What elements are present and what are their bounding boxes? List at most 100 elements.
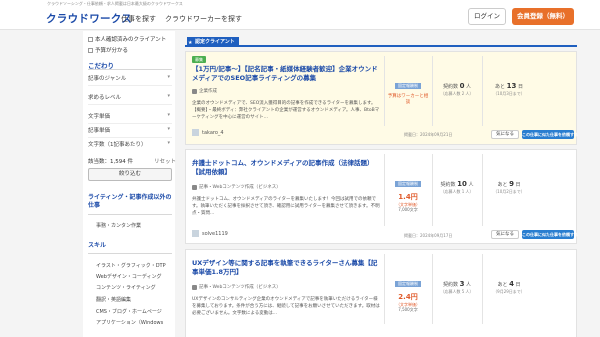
deadline-date: （9月29日まで） <box>493 289 525 294</box>
chevron-down-icon: ▾ <box>167 74 170 80</box>
job-title[interactable]: 【1万円/記事〜】【記名記事・紙媒体経験者歓迎】企業オウンドメディアでのSEO記… <box>192 65 380 83</box>
shield-icon: ★ <box>188 40 193 46</box>
fixed-price-tag: 固定報酬制 <box>395 281 421 287</box>
divider <box>88 214 172 215</box>
checkbox-box[interactable] <box>88 36 93 42</box>
skill-link[interactable]: Webデザイン・コーディング <box>96 273 162 280</box>
job-description: UXデザインのコンサルティング企業のオウンドメディアで記事を執筆いただけるライタ… <box>192 297 380 316</box>
divider <box>88 137 172 138</box>
deadline-date: （10月2日まで） <box>493 189 525 194</box>
site-logo[interactable]: クラウドワークス <box>46 11 132 26</box>
page: クラウドソーシング・仕事依頼・求人掲載は日本最大級のクラウドワークス クラウドワ… <box>0 0 600 337</box>
divider <box>384 154 385 226</box>
contracts-column: 契約数 10 人 （応募人数 1 人） <box>434 180 480 194</box>
skill-link[interactable]: コンテンツ・ライティング <box>96 284 156 291</box>
divider <box>88 85 172 86</box>
job-category: 記事・Webコンテンツ作成（ビジネス） <box>192 284 281 290</box>
filter-genre[interactable]: 記事のジャンル ▾ <box>88 74 172 82</box>
chevron-down-icon: ▾ <box>167 140 170 146</box>
applicants-count: （応募人数 5 人） <box>440 289 474 294</box>
filter-level[interactable]: 求めるレベル ▾ <box>88 93 172 101</box>
skill-link[interactable]: イラスト・グラフィック・DTP <box>96 262 166 269</box>
chevron-down-icon: ▾ <box>167 126 170 132</box>
result-count: 該当数：1,594 件 <box>88 159 133 165</box>
divider <box>432 254 433 324</box>
deadline-column: あと 4 日 （9月29日まで） <box>486 280 532 294</box>
divider <box>432 154 433 226</box>
price-example: 7,500文字 <box>398 307 418 312</box>
budget-known-checkbox[interactable]: 予算が分かる <box>88 46 128 54</box>
job-category: 記事・Webコンテンツ作成（ビジネス） <box>192 184 281 190</box>
client-info[interactable]: solve1119 <box>192 230 228 237</box>
job-card[interactable]: UXデザイン等に関する記事を執筆できるライターさん募集【記事単価1.8万円】 記… <box>185 249 577 337</box>
contracts-count: 0 <box>459 82 465 90</box>
client-info[interactable]: takaro_4 <box>192 129 224 136</box>
folder-icon <box>192 284 197 290</box>
days-left: 13 <box>506 82 517 90</box>
job-description: 弁護士ドットコム、オウンドメディアのライターを募集いたします！今回は試用での依頼… <box>192 197 380 216</box>
reset-link[interactable]: リセット <box>154 157 176 165</box>
certified-client-banner: ★ 認定クライアント <box>185 37 577 47</box>
avatar <box>192 129 199 136</box>
job-title[interactable]: 弁護士ドットコム、オウンドメディアの記事作成（法律話題）【試用依頼】 <box>192 159 380 177</box>
skill-link[interactable]: アプリケーション（Windows <box>96 319 163 326</box>
login-button[interactable]: ログイン <box>468 8 506 25</box>
job-category: 企業作成 <box>192 88 217 94</box>
divider <box>432 56 433 126</box>
favorite-button[interactable]: 気になる <box>491 230 519 239</box>
divider <box>482 254 483 324</box>
filter-article-rate[interactable]: 記事単価 ▾ <box>88 126 172 134</box>
site-tagline: クラウドソーシング・仕事依頼・求人掲載は日本最大級のクラウドワークス <box>47 1 183 6</box>
similar-job-button[interactable]: この仕事に似た仕事を依頼する <box>522 230 578 239</box>
contracts-count: 3 <box>459 280 465 288</box>
job-list: ★ 認定クライアント 募集 【1万円/記事〜】【記名記事・紙媒体経験者歓迎】企業… <box>183 31 579 337</box>
checkbox-box[interactable] <box>88 47 93 53</box>
divider <box>88 253 172 254</box>
avatar <box>192 230 199 237</box>
job-card[interactable]: 募集 【1万円/記事〜】【記名記事・紙媒体経験者歓迎】企業オウンドメディアでのS… <box>185 51 578 145</box>
posted-date: 掲載日：2024年09月21日 <box>404 132 453 137</box>
filter-label: 記事のジャンル <box>88 76 127 82</box>
divider <box>482 56 483 126</box>
price-value: 2.4円 <box>398 293 418 301</box>
nav-find-workers[interactable]: クラウドワーカーを探す <box>165 14 242 24</box>
filter-label: 求めるレベル <box>88 95 122 101</box>
job-title[interactable]: UXデザイン等に関する記事を執筆できるライターさん募集【記事単価1.8万円】 <box>192 259 380 277</box>
fixed-price-tag: 固定報酬制 <box>395 181 421 187</box>
contracts-column: 契約数 0 人 （応募人数 2 人） <box>434 82 480 96</box>
divider <box>88 69 172 70</box>
other-jobs-heading: ライティング・記事作成以外の仕事 <box>88 194 172 209</box>
chevron-down-icon: ▾ <box>167 112 170 118</box>
skill-link[interactable]: 翻訳・英語編集 <box>96 296 131 303</box>
chevron-down-icon: ▾ <box>167 93 170 99</box>
skill-link[interactable]: CMS・ブログ・ホームページ <box>96 308 162 315</box>
site-header: クラウドソーシング・仕事依頼・求人掲載は日本最大級のクラウドワークス クラウドワ… <box>0 0 600 30</box>
other-job-link[interactable]: 事務・カンタン作業 <box>96 222 141 229</box>
checkbox-label: 本人確認済みのクライアント <box>95 37 167 43</box>
price-value: 1.4円 <box>398 193 418 201</box>
contracts-column: 契約数 3 人 （応募人数 5 人） <box>434 280 480 294</box>
verified-client-checkbox[interactable]: 本人確認済みのクライアント <box>88 35 166 43</box>
signup-button[interactable]: 会員登録（無料） <box>512 8 574 25</box>
job-card[interactable]: 弁護士ドットコム、オウンドメディアの記事作成（法律話題）【試用依頼】 記事・We… <box>185 149 578 244</box>
favorite-button[interactable]: 気になる <box>491 130 519 139</box>
price-column: 固定報酬制 2.4円 （文字単価） 7,500文字 <box>386 270 430 313</box>
applicants-count: （応募人数 2 人） <box>440 91 474 96</box>
price-column: 固定報酬制 予算はワーカーと相談 <box>386 72 430 106</box>
filter-char-count[interactable]: 文字数（1記事あたり） ▾ <box>88 140 172 148</box>
similar-job-button[interactable]: この仕事に似た仕事を依頼する <box>522 130 578 139</box>
divider <box>88 123 172 124</box>
job-description: 企業のオウンドメディアで、SEO流入獲得目的の記事を作成できるライターを募集しま… <box>192 101 380 120</box>
checkbox-label: 予算が分かる <box>95 48 129 54</box>
folder-icon <box>192 88 197 94</box>
price-example: 7,000文字 <box>398 207 418 212</box>
posted-date: 掲載日：2024年09月17日 <box>404 233 453 238</box>
deadline-column: あと 13 日 （10月3日まで） <box>486 82 532 96</box>
filter-char-rate[interactable]: 文字単価 ▾ <box>88 112 172 120</box>
folder-icon <box>192 184 197 190</box>
nav-find-jobs[interactable]: 仕事を探す <box>121 14 156 24</box>
narrow-button[interactable]: 絞り込む <box>88 168 172 181</box>
price-column: 固定報酬制 1.4円 （文字単価） 7,000文字 <box>386 170 430 213</box>
days-left: 9 <box>509 180 514 188</box>
new-badge: 募集 <box>192 56 206 63</box>
